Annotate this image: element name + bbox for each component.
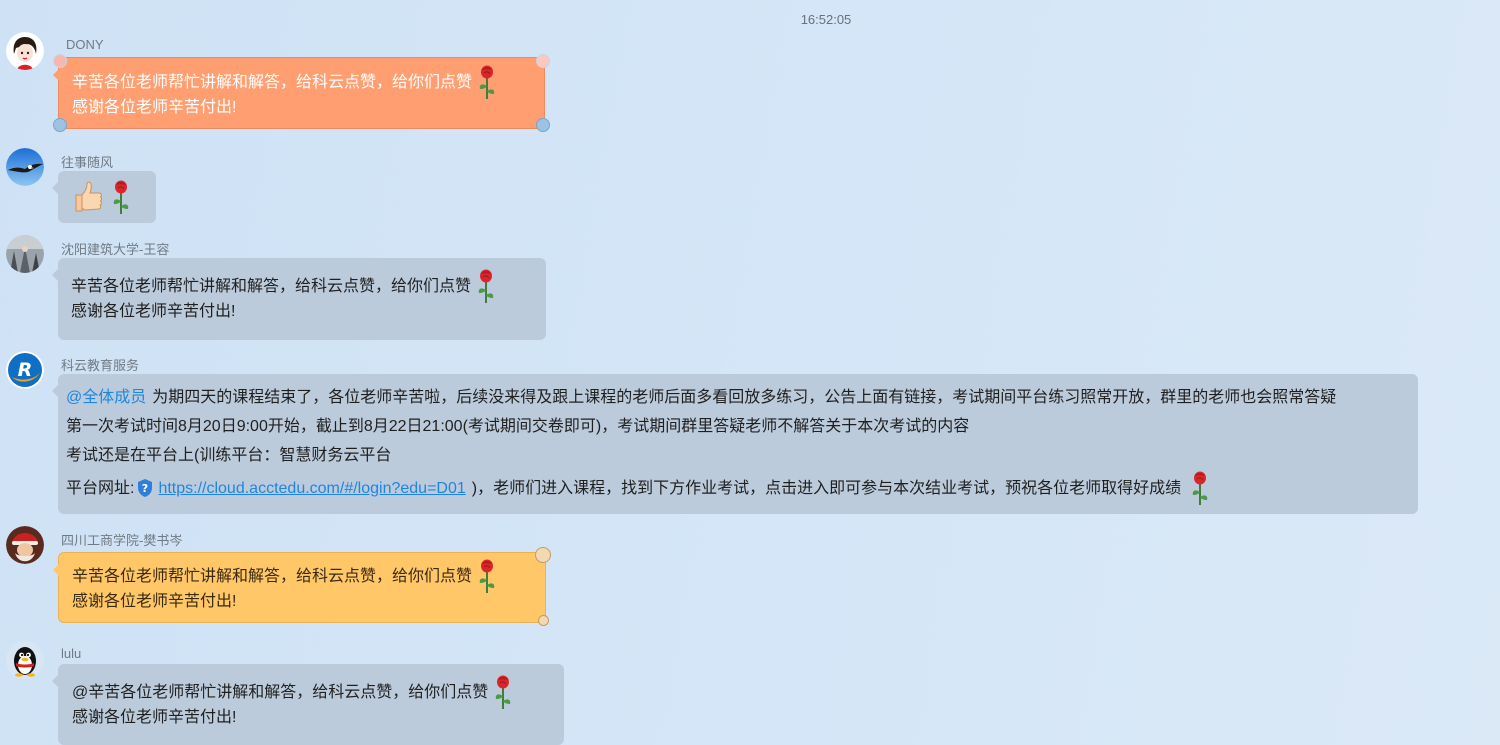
sender-name: DONY <box>66 37 104 52</box>
sender-name: lulu <box>61 646 82 661</box>
sender-name: 科云教育服务 <box>61 358 140 373</box>
sender-name: 沈阳建筑大学-王容 <box>61 242 170 257</box>
thumbs-up-icon <box>72 180 104 214</box>
rose-icon <box>476 558 498 594</box>
message-timestamp: 16:52:05 <box>800 12 852 27</box>
mention-all-members[interactable]: @全体成员 <box>66 383 146 412</box>
sender-name: 往事随风 <box>61 155 114 170</box>
penguin-avatar-icon[interactable] <box>6 641 44 679</box>
sender-name: 四川工商学院-樊书岑 <box>61 533 183 548</box>
bubble-corner-decoration <box>53 118 67 132</box>
eagle-avatar-icon[interactable] <box>6 148 44 186</box>
svg-text:?: ? <box>142 482 148 495</box>
platform-link[interactable]: https://cloud.acctedu.com/#/login?edu=D0… <box>158 474 465 503</box>
rose-icon <box>110 179 132 215</box>
bubble-corner-decoration <box>536 118 550 132</box>
message-bubble[interactable]: @辛苦各位老师帮忙讲解和解答，给科云点赞，给你们点赞 感谢各位老师辛苦付出! <box>52 664 564 745</box>
message-text: 感谢各位老师辛苦付出! <box>72 593 237 610</box>
message-bubble[interactable]: @全体成员 为期四天的课程结束了，各位老师辛苦啦，后续没来得及跟上课程的老师后面… <box>52 374 1418 514</box>
photo-avatar-icon[interactable] <box>6 235 44 273</box>
message-text: 感谢各位老师辛苦付出! <box>72 709 237 726</box>
rose-icon <box>475 268 497 304</box>
message-bubble[interactable]: 辛苦各位老师帮忙讲解和解答，给科云点赞，给你们点赞 感谢各位老师辛苦付出! <box>53 547 551 626</box>
bubble-corner-decoration <box>535 547 551 563</box>
message-text: 考试还是在平台上(训练平台：智慧财务云平台 <box>66 447 392 464</box>
message-bubble[interactable]: 辛苦各位老师帮忙讲解和解答，给科云点赞，给你们点赞 感谢各位老师辛苦付出! <box>52 258 546 340</box>
rose-icon <box>476 64 498 100</box>
keyun-logo-icon[interactable]: R <box>6 351 44 389</box>
message-bubble[interactable] <box>52 171 156 223</box>
message-text: 平台网址: <box>66 479 135 497</box>
girl-avatar-icon[interactable] <box>6 32 44 70</box>
shield-question-icon: ? <box>136 478 154 498</box>
message-text: 感谢各位老师辛苦付出! <box>71 303 236 320</box>
bubble-corner-decoration <box>538 615 549 626</box>
svg-text:R: R <box>18 359 33 381</box>
santa-avatar-icon[interactable] <box>6 526 44 564</box>
rose-icon <box>1189 470 1211 506</box>
bubble-corner-decoration <box>53 54 67 68</box>
message-text: )，老师们进入课程，找到下方作业考试，点击进入即可参与本次结业考试，预祝各位老师… <box>471 479 1182 497</box>
bubble-corner-decoration <box>536 54 550 68</box>
message-text: 为期四天的课程结束了，各位老师辛苦啦，后续没来得及跟上课程的老师后面多看回放多练… <box>152 389 1337 406</box>
message-text: 第一次考试时间8月20日9:00开始，截止到8月22日21:00(考试期间交卷即… <box>66 418 970 435</box>
message-bubble[interactable]: 辛苦各位老师帮忙讲解和解答，给科云点赞，给你们点赞 感谢各位老师辛苦付出! <box>53 54 550 132</box>
message-text: 感谢各位老师辛苦付出! <box>72 99 237 116</box>
rose-icon <box>492 674 514 710</box>
